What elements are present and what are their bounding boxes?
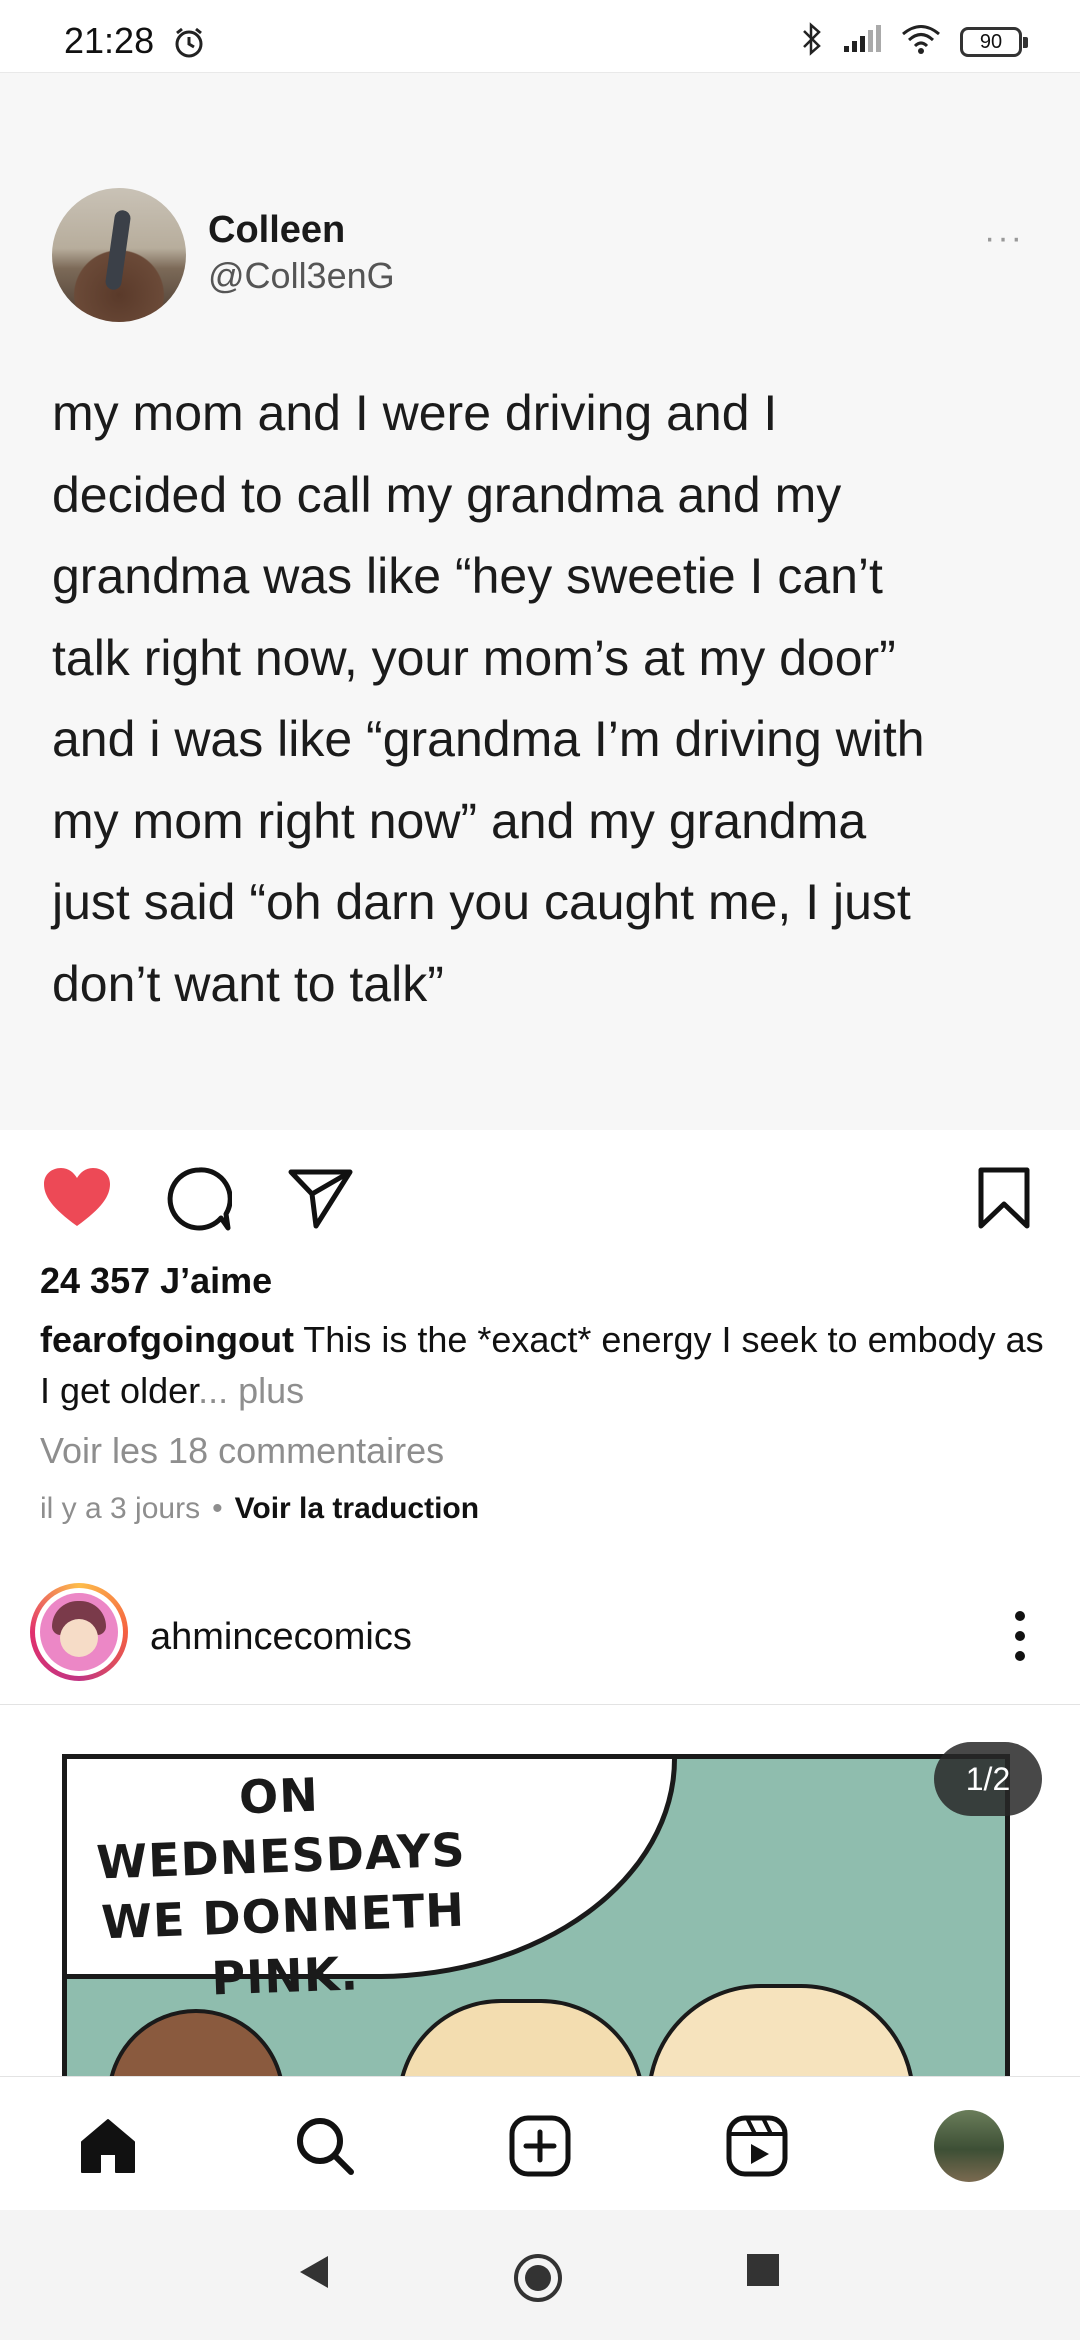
share-send-icon[interactable] [288,1168,354,1235]
comic-character [397,1999,645,2076]
caption-more-link[interactable]: ... plus [198,1370,304,1411]
post-image-tweet[interactable]: Colleen @Coll3enG ··· my mom and I were … [0,73,1080,1130]
tweet-handle: @Coll3enG [208,255,395,296]
bookmark-icon[interactable] [976,1166,1032,1235]
view-comments-link[interactable]: Voir les 18 commentaires [40,1430,444,1472]
search-icon[interactable] [290,2111,360,2181]
likes-count[interactable]: 24 357 J’aime [40,1260,272,1302]
tweet-display-name: Colleen [208,209,346,251]
home-circle-icon[interactable] [512,2252,564,2309]
tweet-more-icon: ··· [984,219,1024,257]
status-time: 21:28 [64,20,155,61]
speech-bubble-text: ON WEDNESDAYS WE DONNETH PINK. [88,1759,476,2012]
reels-icon[interactable] [722,2111,792,2181]
bluetooth-icon [800,22,824,61]
alarm-icon [172,26,206,65]
speech-bubble: ON WEDNESDAYS WE DONNETH PINK. [67,1759,677,2006]
see-translation-link[interactable]: Voir la traduction [235,1492,479,1525]
comic-character [107,2009,285,2076]
like-heart-icon[interactable] [42,1166,112,1235]
home-icon[interactable] [73,2111,143,2181]
post-meta: il y a 3 jours • Voir la traduction [40,1492,479,1526]
tweet-avatar [52,188,186,322]
speech-line: ON WEDNESDAYS [95,1767,467,1890]
create-icon[interactable] [505,2111,575,2181]
caption-username[interactable]: fearofgoingout [40,1319,294,1360]
recents-icon[interactable] [745,2252,781,2293]
post-caption: fearofgoingout This is the *exact* energ… [40,1314,1050,1416]
story-ring[interactable] [30,1583,128,1681]
post-time: il y a 3 jours [40,1492,201,1525]
meta-separator: • [212,1492,223,1525]
comic-character [647,1984,915,2076]
profile-avatar[interactable] [934,2110,1004,2182]
back-icon[interactable] [296,2252,332,2297]
comment-icon[interactable] [166,1166,233,1237]
signal-icon [842,24,882,59]
avatar [35,1588,123,1676]
comic-panel: ON WEDNESDAYS WE DONNETH PINK. [62,1754,1010,2076]
system-nav-bar [0,2210,1080,2340]
post-image-comic[interactable]: ON WEDNESDAYS WE DONNETH PINK. 1/2 [0,1706,1080,2076]
carousel-pager: 1/2 [934,1742,1042,1816]
next-post-header: ahmincecomics [0,1580,1080,1705]
post-username[interactable]: ahmincecomics [150,1616,412,1659]
wifi-icon [900,23,942,60]
post-options-icon[interactable] [1010,1606,1030,1671]
status-icons: 90 [800,22,1028,61]
bottom-nav [0,2076,1080,2211]
post-actions [0,1160,1080,1240]
tweet-text: my mom and I were driving and I decided … [52,385,925,1012]
status-bar: 21:28 90 [0,0,1080,73]
battery-icon: 90 [960,26,1028,57]
